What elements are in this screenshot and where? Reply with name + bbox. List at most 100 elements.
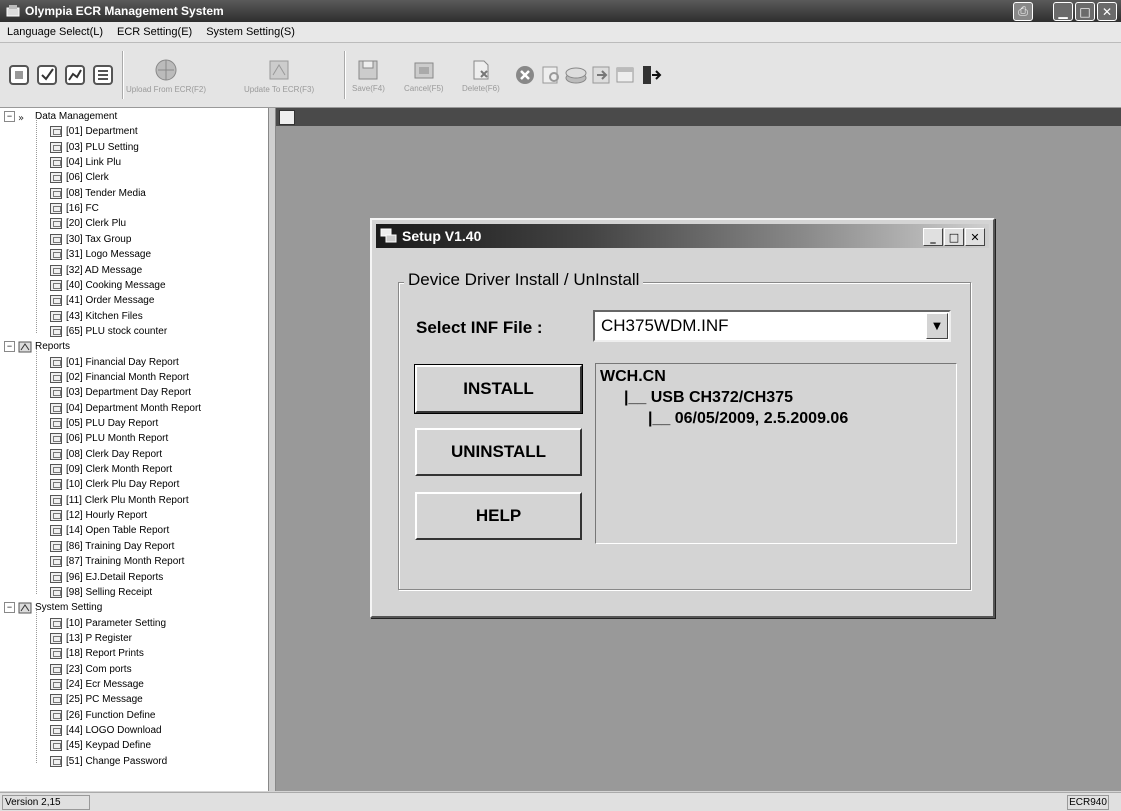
collapse-icon[interactable]: − xyxy=(4,341,15,353)
tree-item[interactable]: [86] Training Day Report xyxy=(50,539,174,554)
tree-item[interactable]: [98] Selling Receipt xyxy=(50,585,152,600)
tool-button-b[interactable] xyxy=(564,43,588,107)
tree-item-label: [04] Link Plu xyxy=(66,157,122,169)
tree-item[interactable]: [41] Order Message xyxy=(50,293,154,308)
upload-from-ecr-button[interactable]: Upload From ECR(F2) xyxy=(126,43,206,107)
close-button[interactable]: ✕ xyxy=(1097,2,1117,21)
cancel-button[interactable]: Cancel(F5) xyxy=(404,43,444,107)
tree-item[interactable]: [11] Clerk Plu Month Report xyxy=(50,493,189,508)
document-icon xyxy=(50,157,62,169)
tree-item[interactable]: [20] Clerk Plu xyxy=(50,216,126,231)
tool-button-2[interactable] xyxy=(36,43,58,107)
uninstall-button[interactable]: UNINSTALL xyxy=(415,428,582,476)
mdi-child-window-icon[interactable] xyxy=(279,110,295,125)
menu-ecr-setting[interactable]: ECR Setting(E) xyxy=(110,26,199,38)
tree-group-system-setting[interactable]: − System Setting xyxy=(4,600,102,615)
tree-item[interactable]: [01] Financial Day Report xyxy=(50,355,179,370)
tool-button-4[interactable] xyxy=(92,43,114,107)
tree-item-label: [01] Financial Day Report xyxy=(66,356,179,368)
menu-system-setting[interactable]: System Setting(S) xyxy=(199,26,302,38)
tree-item[interactable]: [06] Clerk xyxy=(50,170,109,185)
document-icon xyxy=(50,740,62,752)
tool-button-a[interactable] xyxy=(540,43,562,107)
tree-item[interactable]: [96] EJ.Detail Reports xyxy=(50,570,163,585)
tree-item[interactable]: [03] PLU Setting xyxy=(50,140,139,155)
document-icon xyxy=(50,510,62,522)
inf-file-label: Select INF File : xyxy=(416,318,543,337)
document-icon xyxy=(50,325,62,337)
dialog-close-button[interactable]: ✕ xyxy=(965,228,985,246)
dialog-minimize-button[interactable]: _ xyxy=(923,228,943,246)
tree-item[interactable]: [30] Tax Group xyxy=(50,232,131,247)
tree-connector-line xyxy=(36,118,37,334)
tree-item[interactable]: [18] Report Prints xyxy=(50,646,144,661)
tree-item[interactable]: [87] Training Month Report xyxy=(50,554,184,569)
tree-item[interactable]: [01] Department xyxy=(50,124,138,139)
tree-group-data-management[interactable]: −» Data Management xyxy=(4,109,117,124)
tree-item[interactable]: [03] Department Day Report xyxy=(50,385,191,400)
tree-item[interactable]: [24] Ecr Message xyxy=(50,677,144,692)
document-icon xyxy=(50,755,62,767)
tree-group-reports[interactable]: − Reports xyxy=(4,339,70,354)
inf-file-select[interactable]: CH375WDM.INF ▼ xyxy=(593,310,951,342)
tree-item[interactable]: [32] AD Message xyxy=(50,263,142,278)
tree-item-label: [31] Logo Message xyxy=(66,249,152,261)
tree-item-label: [01] Department xyxy=(66,126,138,138)
minimize-button[interactable]: ▁ xyxy=(1053,2,1073,21)
tree-item[interactable]: [09] Clerk Month Report xyxy=(50,462,172,477)
tree-item[interactable]: [10] Parameter Setting xyxy=(50,616,166,631)
tree-item-label: [18] Report Prints xyxy=(66,648,144,660)
dropdown-arrow-icon[interactable]: ▼ xyxy=(926,313,948,339)
tree-item[interactable]: [06] PLU Month Report xyxy=(50,431,168,446)
collapse-icon[interactable]: − xyxy=(4,602,15,614)
tree-item[interactable]: [16] FC xyxy=(50,201,99,216)
tree-item[interactable]: [10] Clerk Plu Day Report xyxy=(50,477,179,492)
tree-item[interactable]: [40] Cooking Message xyxy=(50,278,166,293)
tree-item[interactable]: [08] Tender Media xyxy=(50,186,146,201)
tree-item[interactable]: [44] LOGO Download xyxy=(50,723,162,738)
tree-item-label: [32] AD Message xyxy=(66,264,143,276)
tree-item[interactable]: [04] Link Plu xyxy=(50,155,121,170)
tree-item[interactable]: [13] P Register xyxy=(50,631,132,646)
dialog-maximize-button[interactable]: □ xyxy=(944,228,964,246)
tree-item[interactable]: [04] Department Month Report xyxy=(50,401,201,416)
delete-button[interactable]: Delete(F6) xyxy=(462,43,500,107)
delete-icon xyxy=(473,60,489,79)
document-icon xyxy=(50,356,62,368)
tree-item[interactable]: [51] Change Password xyxy=(50,754,167,769)
setup-icon xyxy=(380,228,397,243)
tool-button-c[interactable] xyxy=(590,43,612,107)
document-icon xyxy=(50,310,62,322)
tree-item[interactable]: [31] Logo Message xyxy=(50,247,151,262)
panel-splitter[interactable] xyxy=(269,108,276,791)
dialog-title-bar[interactable]: Setup V1.40 _ □ ✕ xyxy=(376,224,989,248)
tree-item[interactable]: [45] Keypad Define xyxy=(50,738,151,753)
tree-item[interactable]: [43] Kitchen Files xyxy=(50,309,143,324)
tree-item[interactable]: [23] Com ports xyxy=(50,662,132,677)
app-icon xyxy=(6,5,20,17)
install-button[interactable]: INSTALL xyxy=(414,364,583,414)
tree-item-label: [08] Tender Media xyxy=(66,187,146,199)
tool-button-3[interactable] xyxy=(64,43,86,107)
tree-item[interactable]: [25] PC Message xyxy=(50,692,143,707)
save-button[interactable]: Save(F4) xyxy=(352,43,385,107)
collapse-icon[interactable]: − xyxy=(4,111,15,122)
tree-item[interactable]: [08] Clerk Day Report xyxy=(50,447,162,462)
setup-dialog: Setup V1.40 _ □ ✕ Device Driver Install … xyxy=(370,218,995,618)
exit-button[interactable] xyxy=(640,43,662,107)
tool-button-d[interactable] xyxy=(614,43,636,107)
document-icon xyxy=(50,464,62,476)
tree-item[interactable]: [14] Open Table Report xyxy=(50,523,169,538)
maximize-button[interactable]: □ xyxy=(1075,2,1095,21)
tree-item[interactable]: [65] PLU stock counter xyxy=(50,324,167,339)
tool-button-1[interactable] xyxy=(8,43,30,107)
stop-button[interactable] xyxy=(514,43,536,107)
tree-item[interactable]: [26] Function Define xyxy=(50,708,156,723)
menu-language-select[interactable]: Language Select(L) xyxy=(0,26,110,38)
update-to-ecr-button[interactable]: Update To ECR(F3) xyxy=(244,43,314,107)
tree-item[interactable]: [02] Financial Month Report xyxy=(50,370,189,385)
print-icon[interactable]: ⎙ xyxy=(1013,2,1033,21)
help-button[interactable]: HELP xyxy=(415,492,582,540)
tree-item[interactable]: [12] Hourly Report xyxy=(50,508,147,523)
tree-item[interactable]: [05] PLU Day Report xyxy=(50,416,158,431)
